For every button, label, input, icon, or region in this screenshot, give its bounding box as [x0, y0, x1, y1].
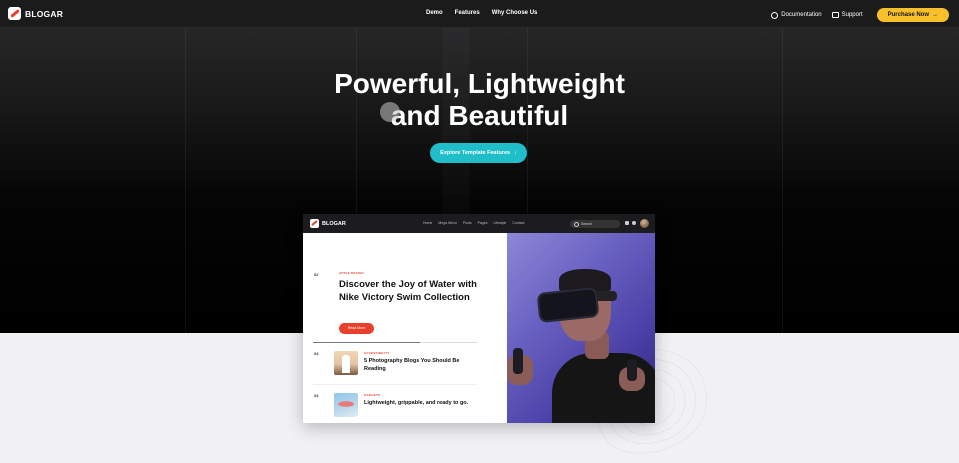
- post-number: 03: [314, 351, 319, 356]
- arrow-right-icon: →: [932, 12, 938, 18]
- post-number: 04: [314, 393, 319, 398]
- info-circle-icon: [771, 11, 779, 19]
- hero-headline: Powerful, Lightweight and Beautiful: [0, 68, 959, 132]
- image-headset-strap: [595, 291, 617, 301]
- read-more-button: Read More: [339, 323, 374, 334]
- featured-image-vr-headset: [507, 233, 655, 423]
- bell-icon: [625, 221, 629, 225]
- post-category: APPLE DESIGN: [339, 271, 364, 275]
- purchase-label: Purchase Now: [887, 12, 929, 18]
- user-icon: [632, 221, 636, 225]
- documentation-label: Documentation: [781, 12, 822, 18]
- preview-nav-lifestyle: Lifestyle: [493, 221, 507, 225]
- hero-headline-line1: Powerful, Lightweight: [334, 68, 625, 99]
- support-link[interactable]: Support: [831, 12, 863, 18]
- top-navbar: BLOGAR Demo Features Why Choose Us Docum…: [0, 0, 959, 28]
- brand-logo[interactable]: BLOGAR: [8, 7, 63, 20]
- explore-features-label: Explore Template Features: [440, 150, 511, 156]
- slider-progress: [313, 342, 477, 343]
- post-number: 02: [314, 272, 319, 277]
- post-thumbnail: [334, 393, 358, 417]
- preview-nav-posts: Posts: [462, 221, 472, 225]
- support-label: Support: [841, 12, 863, 18]
- main-nav: Demo Features Why Choose Us: [426, 10, 537, 16]
- preview-navbar: BLOGAR Home Mega Menu Posts Pages Lifest…: [303, 214, 655, 233]
- slider-progress-fill: [313, 342, 420, 343]
- list-divider: [313, 384, 477, 385]
- vr-controller-icon: [627, 359, 637, 381]
- chat-icon: [831, 12, 839, 18]
- vr-headset-icon: [536, 286, 600, 324]
- preview-nav-home: Home: [423, 221, 433, 225]
- post-title: 5 Photography Blogs You Should Be Readin…: [364, 358, 460, 372]
- preview-nav-contact: Contact: [512, 221, 525, 225]
- preview-nav-mega-menu: Mega Menu: [438, 221, 457, 225]
- post-thumbnail: [334, 351, 358, 375]
- purchase-now-button[interactable]: Purchase Now →: [876, 8, 949, 22]
- avatar: [640, 219, 649, 228]
- template-preview-window: BLOGAR Home Mega Menu Posts Pages Lifest…: [303, 214, 655, 423]
- brand-name: BLOGAR: [25, 8, 64, 19]
- nav-right-group: Documentation Support Purchase Now →: [771, 8, 949, 22]
- nav-link-demo[interactable]: Demo: [426, 10, 443, 16]
- preview-search-box: Search: [570, 220, 620, 228]
- preview-nav-links: Home Mega Menu Posts Pages Lifestyle Con…: [423, 221, 524, 225]
- featured-post-title: Discover the Joy of Water with Nike Vict…: [339, 279, 477, 303]
- arrow-down-icon: ↓: [514, 150, 517, 156]
- blogar-logo-icon: [8, 7, 21, 20]
- vr-controller-icon: [513, 348, 523, 374]
- hero-headline-line2: and Beautiful: [390, 100, 569, 131]
- cursor-indicator: [380, 102, 400, 122]
- preview-brand-name: BLOGAR: [322, 220, 346, 227]
- post-title: Lightweight, grippable, and ready to go.: [364, 400, 469, 406]
- post-category: ACCESSIBILITY: [364, 351, 390, 355]
- explore-features-button[interactable]: Explore Template Features ↓: [430, 143, 527, 163]
- nav-link-why-choose-us[interactable]: Why Choose Us: [492, 10, 538, 16]
- nav-link-features[interactable]: Features: [455, 10, 480, 16]
- preview-nav-pages: Pages: [477, 221, 488, 225]
- preview-brand-logo: BLOGAR: [310, 219, 346, 228]
- post-category: GADGETS: [364, 393, 381, 397]
- documentation-link[interactable]: Documentation: [771, 11, 822, 19]
- blogar-logo-icon: [310, 219, 319, 228]
- preview-post-list: 02 APPLE DESIGN Discover the Joy of Wate…: [303, 233, 507, 423]
